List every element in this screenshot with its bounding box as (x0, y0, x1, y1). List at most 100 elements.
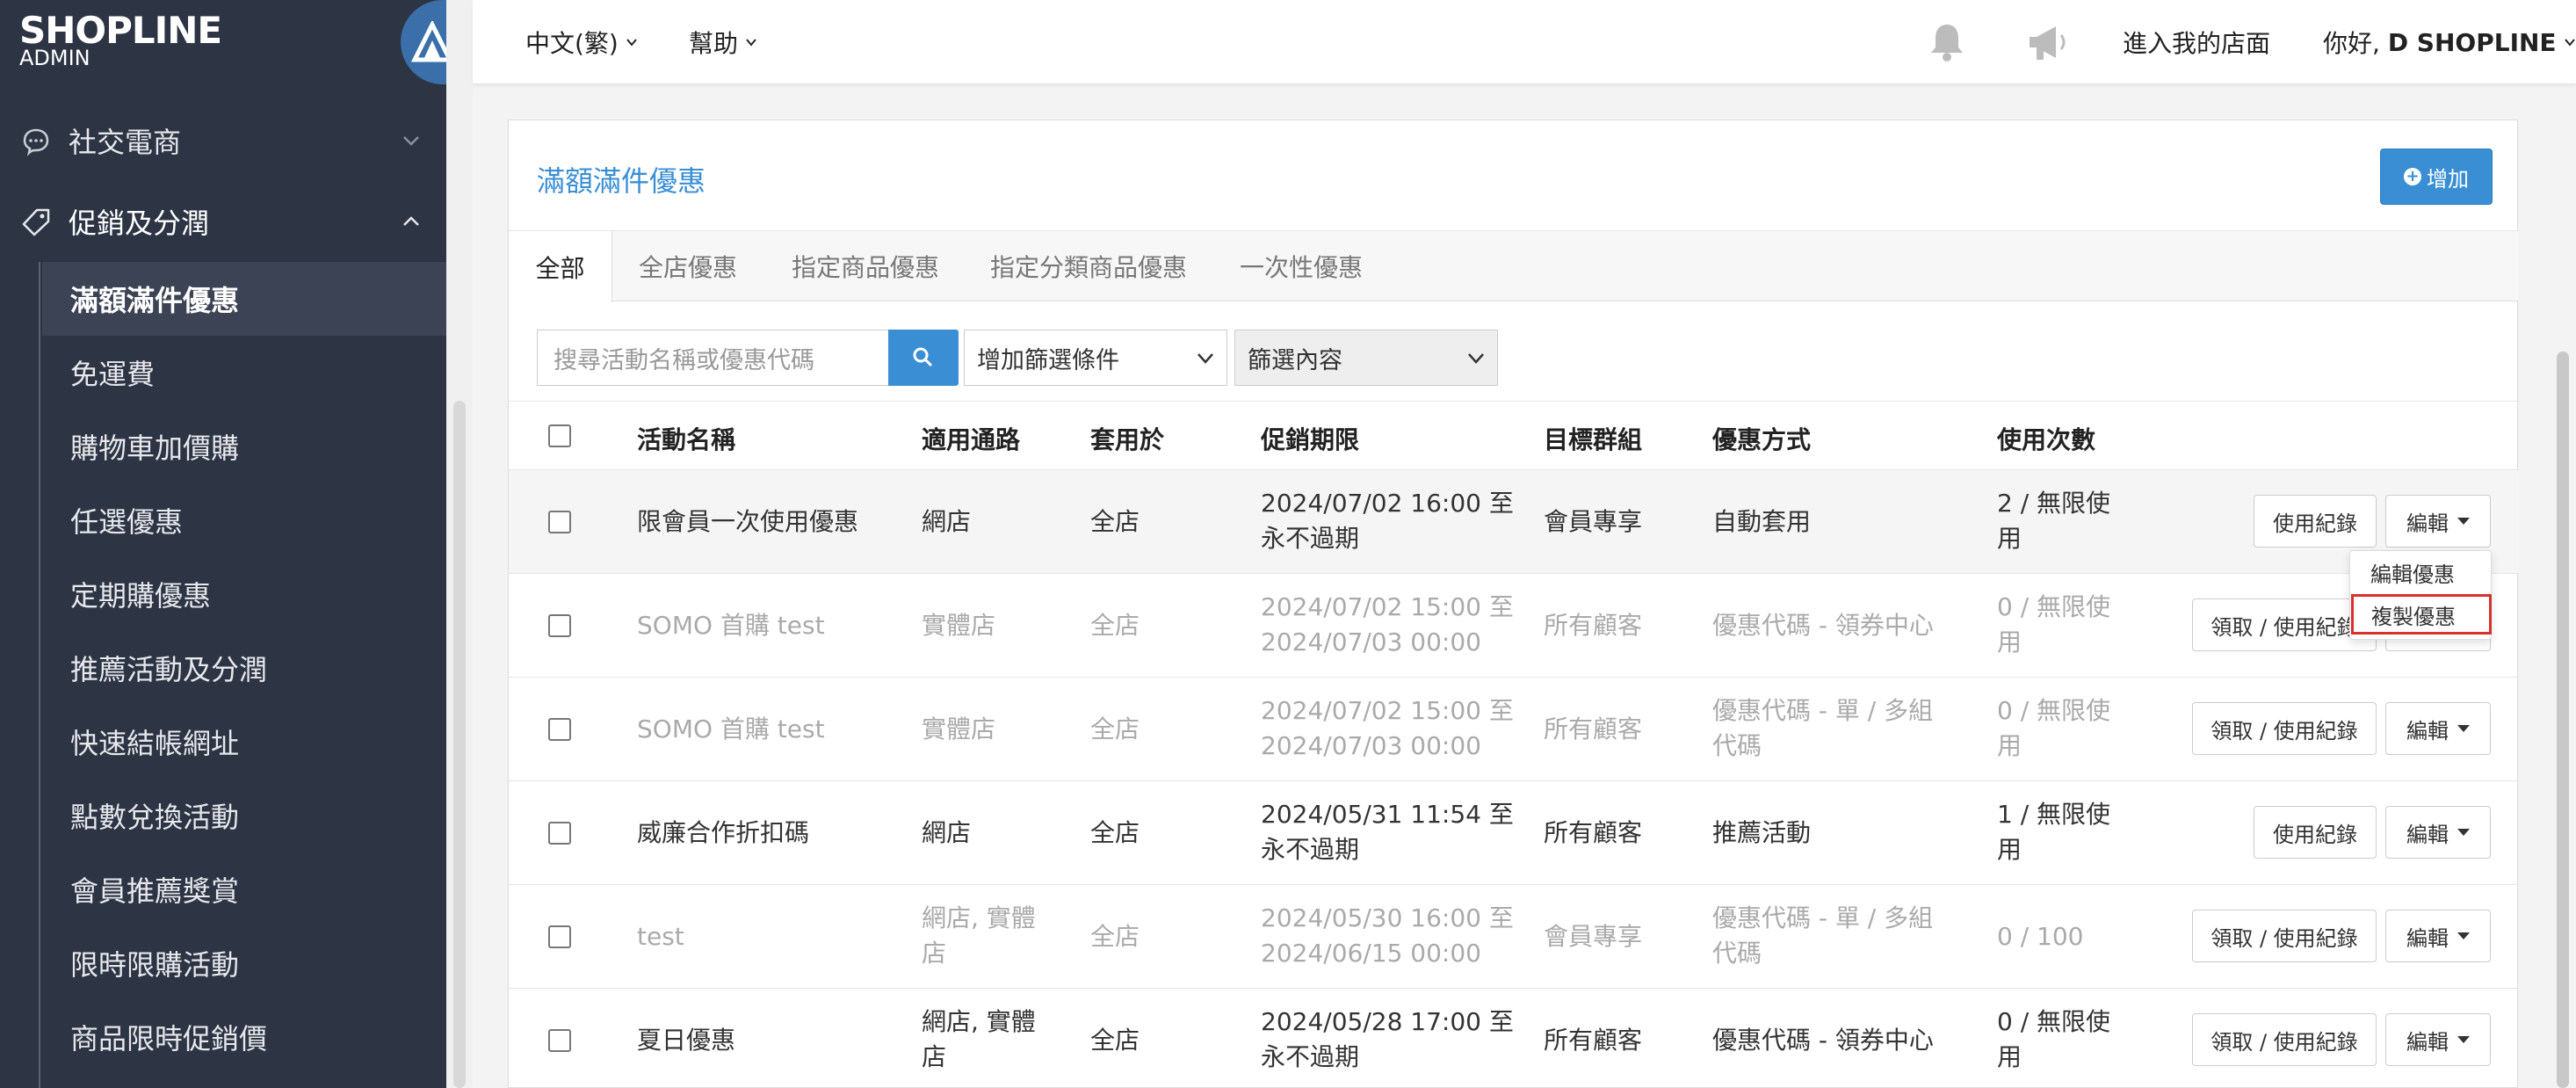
menu-item-copy-promo[interactable]: 複製優惠 (2351, 594, 2492, 635)
sidebar-item-subscription[interactable]: 定期購優惠 (42, 557, 446, 631)
edit-dropdown-button[interactable]: 編輯 (2385, 806, 2491, 859)
filter-content-label: 篩選內容 (1248, 346, 1342, 374)
sidebar-item-label: 任選優惠 (70, 505, 184, 539)
claim-usage-records-button[interactable]: 領取 / 使用紀錄 (2192, 702, 2377, 755)
promo-target: 會員專享 (1544, 507, 1643, 536)
column-header-name: 活動名稱 (637, 425, 736, 454)
select-all-checkbox[interactable] (548, 424, 571, 447)
sidebar-item-flash-sale[interactable]: 限時限購活動 (42, 926, 446, 1000)
promo-channel-cont: 店 (922, 1042, 947, 1071)
tag-icon (22, 208, 50, 236)
edit-dropdown-button[interactable]: 編輯 (2385, 702, 2491, 755)
brand-sub: ADMIN (19, 46, 90, 70)
chevron-down-icon (403, 136, 419, 146)
sidebar-scrollbar[interactable] (453, 401, 466, 1088)
claim-usage-records-button[interactable]: 領取 / 使用紀錄 (2192, 910, 2377, 962)
promo-channel: 實體店 (922, 714, 996, 743)
promo-usage-cont: 用 (1997, 524, 2022, 553)
promo-period-start: 2024/05/28 17:00 至 (1261, 1007, 1514, 1036)
bell-icon[interactable] (1924, 19, 1970, 65)
sidebar-item-bundle[interactable]: 任選優惠 (42, 483, 446, 557)
sidebar-group-promo[interactable]: 促銷及分潤 (0, 181, 446, 262)
filter-content-select[interactable]: 篩選內容 (1234, 330, 1498, 386)
sidebar-item-points-redeem[interactable]: 點數兌換活動 (42, 779, 446, 852)
table-row[interactable]: 限會員一次使用優惠 網店 全店 2024/07/02 16:00 至 永不過期 … (509, 470, 2519, 574)
promo-channel: 網店, 實體 (922, 1007, 1036, 1036)
row-checkbox[interactable] (548, 925, 571, 948)
promo-method: 優惠代碼 - 領券中心 (1712, 611, 1934, 640)
add-button[interactable]: + 增加 (2380, 149, 2493, 205)
promo-name: SOMO 首購 test (637, 611, 825, 640)
sidebar-item-product-flash-price[interactable]: 商品限時促銷價 (42, 1000, 446, 1074)
table-row[interactable]: 威廉合作折扣碼 網店 全店 2024/05/31 11:54 至 永不過期 所有… (509, 781, 2519, 885)
column-header-target: 目標群組 (1544, 425, 1643, 454)
sidebar-group-social[interactable]: 社交電商 (0, 100, 446, 181)
claim-usage-records-button[interactable]: 領取 / 使用紀錄 (2192, 1013, 2377, 1066)
promo-usage: 0 / 100 (1997, 922, 2084, 951)
edit-dropdown-button[interactable]: 編輯 (2385, 1013, 2491, 1066)
row-checkbox[interactable] (548, 1029, 571, 1052)
sidebar-item-express-checkout[interactable]: 快速結帳網址 (42, 705, 446, 779)
main-scrollbar[interactable] (2557, 352, 2569, 1088)
row-checkbox[interactable] (548, 822, 571, 845)
promo-usage: 1 / 無限使 (1997, 800, 2111, 829)
caret-down-icon (2457, 932, 2470, 939)
sidebar-item-referral[interactable]: 推薦活動及分潤 (42, 631, 446, 705)
menu-toggle-icon[interactable] (401, 0, 446, 84)
table-row[interactable]: SOMO 首購 test 實體店 全店 2024/07/02 15:00 至 2… (509, 574, 2519, 678)
megaphone-icon[interactable] (2024, 19, 2073, 65)
promo-name: 限會員一次使用優惠 (637, 507, 859, 536)
plus-circle-icon: + (2404, 168, 2421, 185)
promo-channel: 網店 (922, 507, 972, 536)
usage-records-button[interactable]: 使用紀錄 (2254, 806, 2377, 859)
sidebar-item-member-referral[interactable]: 會員推薦獎賞 (42, 852, 446, 926)
promo-usage: 0 / 無限使 (1997, 696, 2111, 725)
sidebar-item-threshold-promo[interactable]: 滿額滿件優惠 (42, 262, 446, 336)
row-checkbox[interactable] (548, 718, 571, 741)
search-button[interactable] (888, 330, 959, 386)
language-selector[interactable]: 中文(繁) (525, 25, 638, 60)
table-row[interactable]: 夏日優惠 網店, 實體 店 全店 2024/05/28 17:00 至 永不過期… (509, 989, 2519, 1088)
tab-product[interactable]: 指定商品優惠 (792, 231, 939, 301)
tab-store-wide[interactable]: 全店優惠 (639, 231, 737, 301)
help-menu[interactable]: 幫助 (689, 25, 757, 60)
add-filter-label: 增加篩選條件 (977, 346, 1119, 374)
edit-dropdown-button[interactable]: 編輯 (2385, 910, 2491, 962)
chevron-down-icon (1198, 353, 1213, 364)
user-menu[interactable]: 你好, D SHOPLINE (2323, 25, 2576, 60)
usage-records-button[interactable]: 使用紀錄 (2254, 495, 2377, 548)
enter-store-link[interactable]: 進入我的店面 (2123, 25, 2270, 60)
promo-period-end: 永不過期 (1261, 1042, 1360, 1071)
tab-category[interactable]: 指定分類商品優惠 (990, 231, 1187, 301)
table-row[interactable]: SOMO 首購 test 實體店 全店 2024/07/02 15:00 至 2… (509, 678, 2519, 781)
menu-item-edit-promo[interactable]: 編輯優惠 (2370, 557, 2455, 588)
add-filter-select[interactable]: 增加篩選條件 (964, 330, 1227, 386)
sidebar-item-label: 限時限購活動 (70, 948, 240, 982)
sidebar-item-free-shipping[interactable]: 免運費 (42, 336, 446, 410)
promo-usage: 0 / 無限使 (1997, 592, 2111, 621)
edit-label: 編輯 (2406, 822, 2449, 847)
row-checkbox[interactable] (548, 614, 571, 637)
promo-period-end: 2024/07/03 00:00 (1261, 731, 1481, 760)
column-header-apply: 套用於 (1090, 425, 1165, 454)
promo-apply: 全店 (1090, 1026, 1140, 1055)
tab-all[interactable]: 全部 (509, 231, 612, 302)
logo[interactable]: SHOPLINE ADMIN (0, 0, 446, 84)
edit-dropdown-button[interactable]: 編輯 (2385, 495, 2491, 548)
row-checkbox[interactable] (548, 511, 571, 533)
table-row[interactable]: test 網店, 實體 店 全店 2024/05/30 16:00 至 2024… (509, 885, 2519, 989)
promo-method: 優惠代碼 - 單 / 多組 (1712, 903, 1934, 932)
promo-usage-cont: 用 (1997, 1042, 2022, 1071)
promo-target: 所有顧客 (1544, 818, 1643, 847)
promo-usage: 0 / 無限使 (1997, 1007, 2111, 1036)
promo-method-cont: 代碼 (1712, 731, 1762, 760)
sidebar-item-label: 購物車加價購 (70, 432, 240, 465)
edit-label: 編輯 (2406, 925, 2449, 951)
top-bar: 中文(繁) 幫助 進入我的店面 你好, D SHOPLINE (473, 0, 2576, 84)
promo-usage-cont: 用 (1997, 627, 2022, 656)
tab-one-time[interactable]: 一次性優惠 (1240, 231, 1363, 301)
sidebar-item-add-on[interactable]: 購物車加價購 (42, 410, 446, 483)
chevron-down-icon (626, 39, 637, 47)
promo-usage-cont: 用 (1997, 835, 2022, 864)
search-input[interactable]: 搜尋活動名稱或優惠代碼 (537, 330, 892, 386)
